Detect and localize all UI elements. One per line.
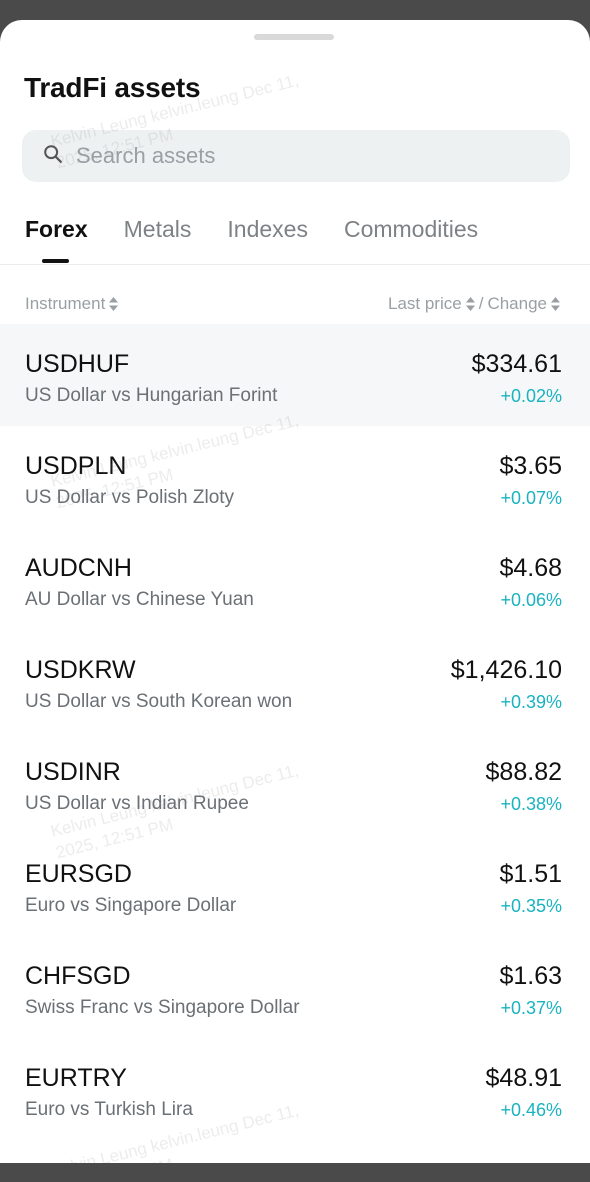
tab-label: Metals bbox=[123, 216, 192, 242]
bottom-sheet: TradFi assets Forex Metals Indexes Commo… bbox=[0, 20, 590, 1163]
asset-symbol: CHFSGD bbox=[25, 962, 131, 990]
asset-name: AU Dollar vs Chinese Yuan bbox=[25, 589, 254, 610]
list-item[interactable]: USDKRW US Dollar vs South Korean won $1,… bbox=[0, 630, 590, 732]
asset-change: +0.38% bbox=[500, 794, 562, 814]
asset-symbol: EURSGD bbox=[25, 860, 132, 888]
tab-label: Commodities bbox=[343, 216, 479, 242]
asset-price: $3.65 bbox=[499, 452, 562, 480]
tab-indexes[interactable]: Indexes bbox=[227, 213, 308, 265]
active-tab-indicator bbox=[42, 259, 69, 263]
asset-change: +0.39% bbox=[500, 692, 562, 712]
tab-label: Forex bbox=[25, 216, 88, 242]
header-separator: / bbox=[478, 294, 484, 313]
column-header-change[interactable]: Change bbox=[487, 294, 547, 314]
sheet-drag-handle[interactable] bbox=[254, 34, 334, 40]
asset-price: $1.63 bbox=[499, 962, 562, 990]
sort-instrument[interactable]: Instrument bbox=[25, 294, 119, 314]
sort-arrows-icon[interactable] bbox=[551, 297, 560, 311]
asset-symbol: USDPLN bbox=[25, 452, 127, 480]
tab-label: Indexes bbox=[227, 216, 308, 242]
asset-name: Euro vs Singapore Dollar bbox=[25, 895, 237, 916]
asset-change: +0.07% bbox=[500, 488, 562, 508]
asset-price: $1.51 bbox=[499, 860, 562, 888]
asset-change: +0.46% bbox=[500, 1100, 562, 1120]
bottom-edge bbox=[0, 1163, 590, 1182]
asset-price: $48.91 bbox=[485, 1064, 562, 1092]
tab-commodities[interactable]: Commodities bbox=[344, 213, 478, 265]
list-item[interactable]: EURSGD Euro vs Singapore Dollar $1.51 +0… bbox=[0, 834, 590, 936]
search-bar[interactable] bbox=[22, 130, 570, 182]
asset-change: +0.06% bbox=[500, 590, 562, 610]
list-item[interactable]: EURTRY Euro vs Turkish Lira $48.91 +0.46… bbox=[0, 1038, 590, 1140]
asset-list: USDHUF US Dollar vs Hungarian Forint $33… bbox=[0, 324, 590, 1140]
asset-symbol: AUDCNH bbox=[25, 554, 132, 582]
asset-price: $88.82 bbox=[485, 758, 562, 786]
category-tabs: Forex Metals Indexes Commodities bbox=[25, 213, 514, 265]
asset-name: US Dollar vs South Korean won bbox=[25, 691, 293, 712]
column-header-instrument: Instrument bbox=[25, 294, 106, 313]
asset-name: US Dollar vs Polish Zloty bbox=[25, 487, 235, 508]
list-item[interactable]: USDHUF US Dollar vs Hungarian Forint $33… bbox=[0, 324, 590, 426]
price-change-headers: Last price / Change bbox=[388, 294, 560, 314]
list-item[interactable]: USDINR US Dollar vs Indian Rupee $88.82 … bbox=[0, 732, 590, 834]
sort-arrows-icon bbox=[109, 297, 119, 311]
column-header-last-price[interactable]: Last price bbox=[388, 294, 462, 314]
list-item[interactable]: AUDCNH AU Dollar vs Chinese Yuan $4.68 +… bbox=[0, 528, 590, 630]
sort-arrows-icon[interactable] bbox=[465, 297, 475, 311]
asset-change: +0.35% bbox=[500, 896, 562, 916]
asset-change: +0.37% bbox=[500, 998, 562, 1018]
asset-change: +0.02% bbox=[500, 386, 562, 406]
search-icon bbox=[42, 143, 64, 170]
search-input[interactable] bbox=[76, 143, 516, 169]
asset-price: $1,426.10 bbox=[450, 656, 562, 684]
tab-forex[interactable]: Forex bbox=[25, 213, 88, 265]
tabs-divider bbox=[0, 264, 590, 265]
asset-symbol: EURTRY bbox=[25, 1064, 127, 1092]
asset-symbol: USDINR bbox=[25, 758, 121, 786]
list-item[interactable]: CHFSGD Swiss Franc vs Singapore Dollar $… bbox=[0, 936, 590, 1038]
asset-price: $334.61 bbox=[471, 350, 562, 378]
sheet-title: TradFi assets bbox=[24, 72, 201, 103]
asset-name: US Dollar vs Indian Rupee bbox=[25, 793, 249, 814]
asset-price: $4.68 bbox=[499, 554, 562, 582]
asset-name: Swiss Franc vs Singapore Dollar bbox=[25, 997, 300, 1018]
asset-symbol: USDHUF bbox=[25, 350, 130, 378]
list-item[interactable]: USDPLN US Dollar vs Polish Zloty $3.65 +… bbox=[0, 426, 590, 528]
asset-symbol: USDKRW bbox=[25, 656, 136, 684]
asset-name: US Dollar vs Hungarian Forint bbox=[25, 385, 278, 406]
tab-metals[interactable]: Metals bbox=[124, 213, 192, 265]
asset-name: Euro vs Turkish Lira bbox=[25, 1099, 193, 1120]
watermark-line: 2025, 12:51 PM bbox=[54, 1155, 175, 1163]
